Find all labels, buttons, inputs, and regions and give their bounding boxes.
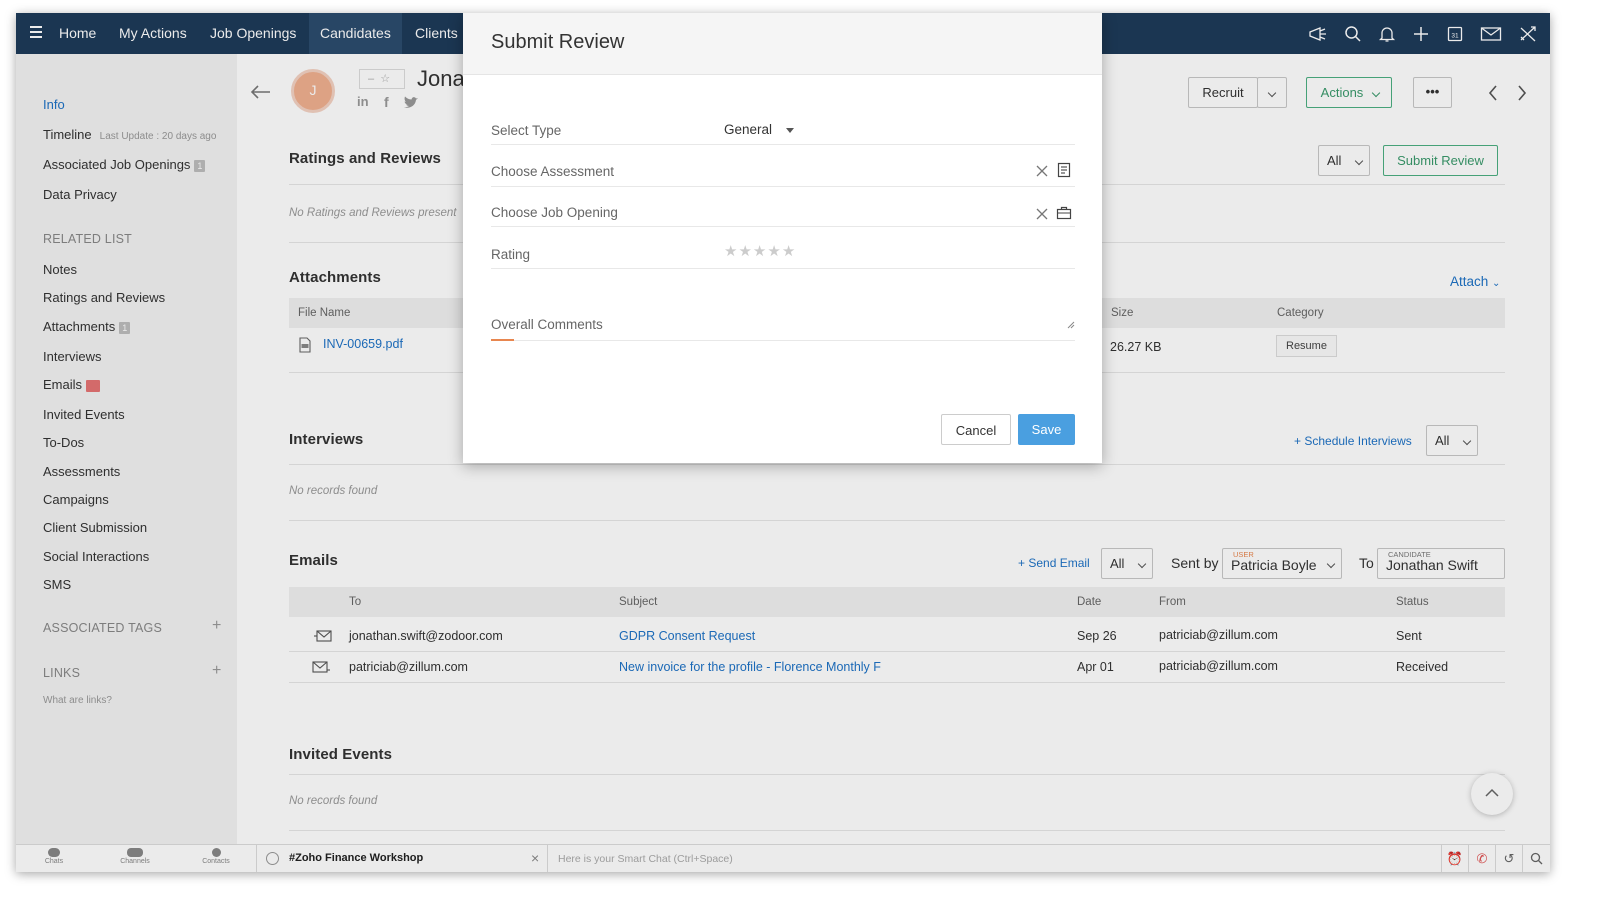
comments-focus-underline <box>491 339 514 341</box>
assessment-field[interactable]: Choose Assessment <box>491 155 1075 187</box>
select-type-dropdown[interactable]: General <box>724 122 795 137</box>
rating-label: Rating <box>491 247 531 262</box>
app-window: Home My Actions Job Openings Candidates … <box>16 13 1550 872</box>
save-button[interactable]: Save <box>1018 414 1075 445</box>
modal-header: Submit Review <box>463 13 1102 75</box>
job-opening-lookup-icon[interactable] <box>1056 206 1072 220</box>
star-icon[interactable]: ★ <box>782 243 796 260</box>
cancel-button[interactable]: Cancel <box>941 414 1011 445</box>
star-icon[interactable]: ★ <box>724 243 738 260</box>
comments-field[interactable]: Overall Comments <box>491 311 1075 341</box>
caret-down-icon <box>786 127 795 133</box>
job-opening-field[interactable]: Choose Job Opening <box>491 197 1075 227</box>
comments-label: Overall Comments <box>491 317 603 332</box>
select-type-field: Select Type General <box>491 113 1075 145</box>
star-icon[interactable]: ★ <box>767 243 781 260</box>
resize-handle-icon[interactable] <box>1067 321 1075 329</box>
clear-job-opening-icon[interactable] <box>1036 208 1048 220</box>
rating-field: Rating ★★★★★ <box>491 237 1075 269</box>
star-icon[interactable]: ★ <box>738 243 752 260</box>
assessment-lookup-icon[interactable] <box>1057 162 1071 178</box>
select-type-label: Select Type <box>491 123 562 138</box>
rating-stars[interactable]: ★★★★★ <box>724 242 796 260</box>
modal-title: Submit Review <box>491 31 625 53</box>
select-type-value: General <box>724 122 773 137</box>
star-icon[interactable]: ★ <box>753 243 767 260</box>
submit-review-modal: Submit Review Select Type General Choose… <box>463 13 1102 463</box>
assessment-label: Choose Assessment <box>491 164 615 179</box>
clear-assessment-icon[interactable] <box>1036 165 1048 177</box>
job-opening-label: Choose Job Opening <box>491 205 618 220</box>
